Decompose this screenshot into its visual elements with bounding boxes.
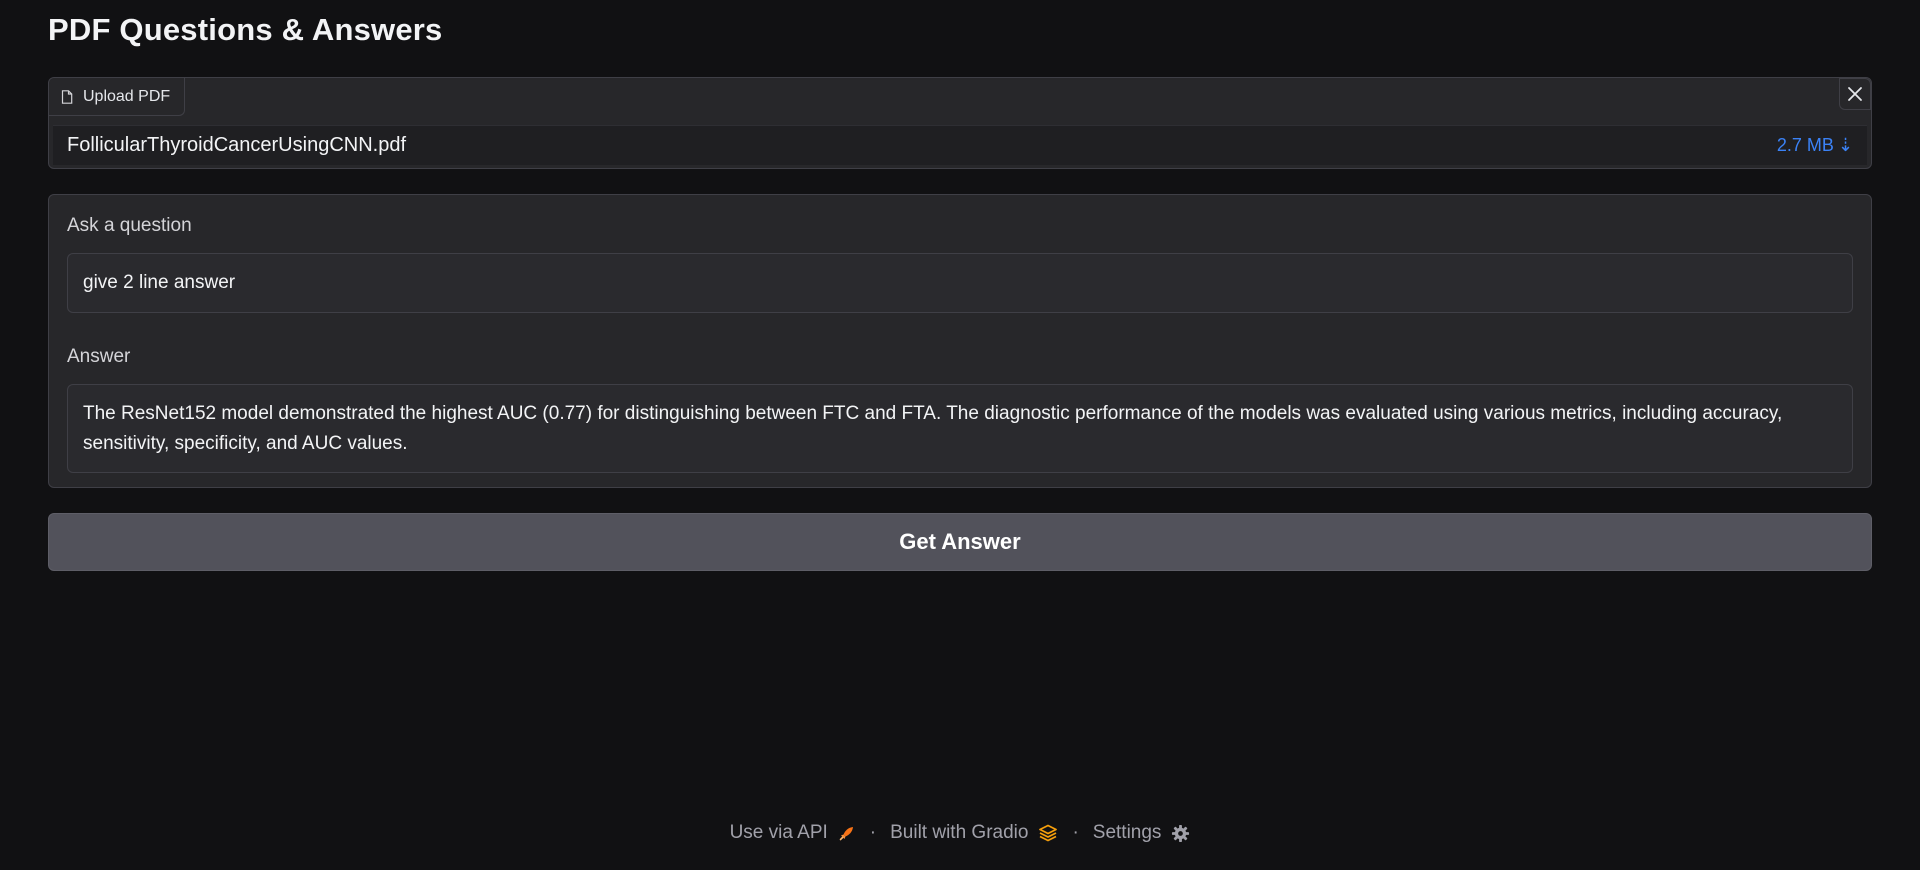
file-size: 2.7 MB (1776, 135, 1834, 155)
rocket-icon (838, 824, 856, 842)
qa-panel: Ask a question Answer The ResNet152 mode… (48, 194, 1872, 488)
use-via-api-link[interactable]: Use via API (730, 822, 856, 844)
get-answer-button[interactable]: Get Answer (48, 513, 1872, 571)
clear-file-button[interactable] (1839, 78, 1871, 110)
file-download-link[interactable]: 2.7 MB ⇣ (1777, 135, 1853, 156)
page-title: PDF Questions & Answers (48, 12, 443, 47)
footer: Use via API · Built with Gradio · Settin… (0, 822, 1920, 844)
question-input[interactable] (67, 253, 1853, 313)
download-arrow-icon: ⇣ (1837, 135, 1853, 155)
built-with-gradio-link[interactable]: Built with Gradio (890, 822, 1058, 844)
gradio-logo-icon (1038, 824, 1058, 842)
file-row: FollicularThyroidCancerUsingCNN.pdf 2.7 … (53, 125, 1867, 165)
upload-label-text: Upload PDF (83, 87, 171, 105)
settings-label: Settings (1092, 822, 1162, 843)
built-with-gradio-label: Built with Gradio (890, 822, 1029, 843)
footer-separator: · (869, 822, 877, 843)
footer-separator: · (1072, 822, 1079, 843)
use-via-api-label: Use via API (729, 822, 828, 843)
file-upload: Upload PDF FollicularThyroidCancerUsingC… (48, 77, 1872, 169)
app-page: PDF Questions & Answers Upload PDF Folli… (0, 0, 1920, 870)
file-icon (61, 89, 73, 104)
answer-output[interactable]: The ResNet152 model demonstrated the hig… (67, 384, 1853, 473)
file-name: FollicularThyroidCancerUsingCNN.pdf (67, 134, 407, 156)
upload-label: Upload PDF (49, 78, 186, 116)
answer-label: Answer (67, 346, 131, 367)
gear-icon (1171, 824, 1190, 843)
question-label: Ask a question (67, 215, 192, 236)
settings-link[interactable]: Settings (1093, 822, 1191, 844)
close-icon (1847, 86, 1863, 102)
